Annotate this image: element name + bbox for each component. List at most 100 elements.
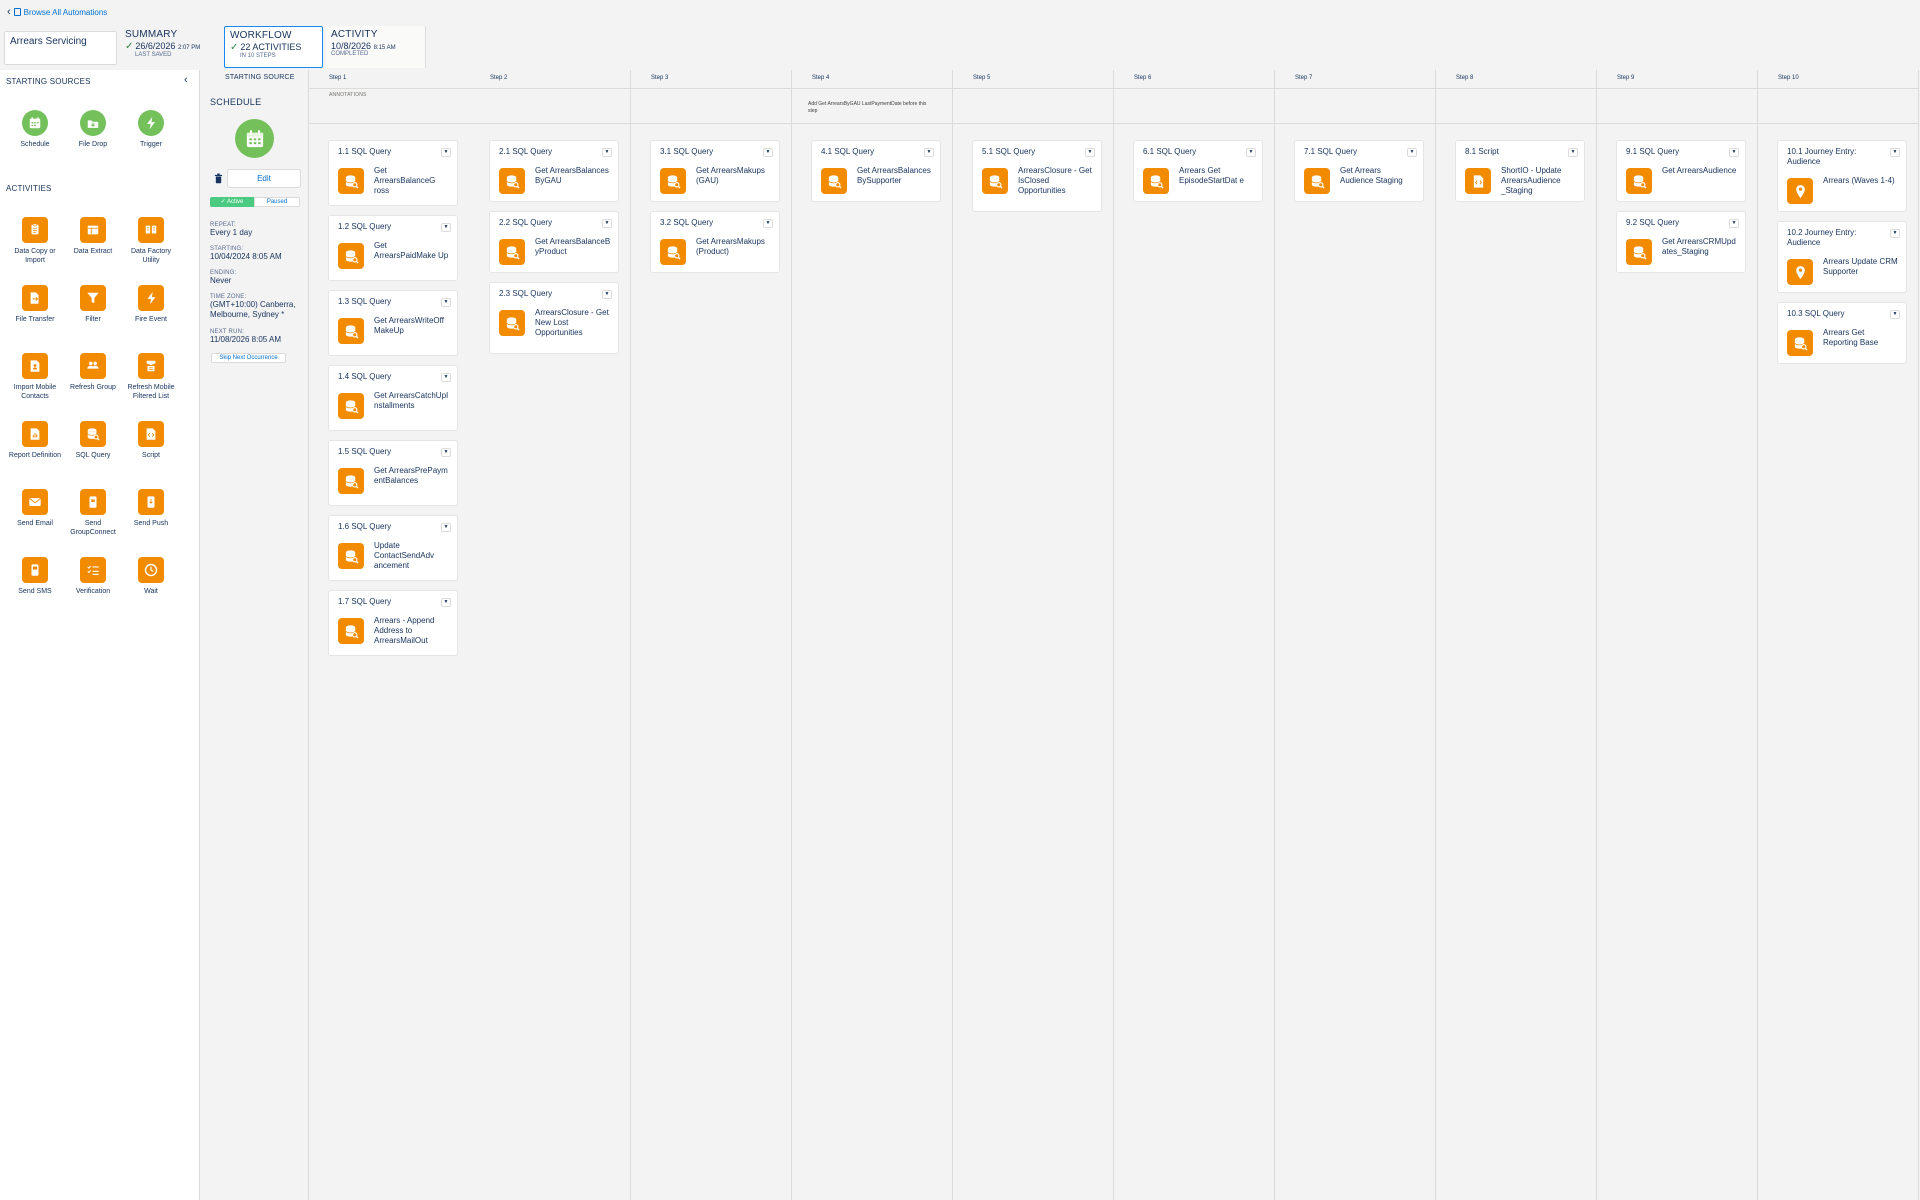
card-menu-dropdown[interactable]: ▼ <box>441 373 451 382</box>
check-icon: ✓ <box>230 42 239 53</box>
palette-item-filter[interactable]: Filter <box>64 285 122 324</box>
annotation-area[interactable] <box>1758 88 1918 124</box>
activity-card[interactable]: 6.1 SQL Query ▼ Arrears Get EpisodeStartDa… <box>1133 140 1263 202</box>
palette-item-schedule[interactable]: Schedule <box>6 110 64 149</box>
paused-option[interactable]: Paused <box>254 197 300 207</box>
activity-card[interactable]: 8.1 Script ▼ ShortIO - Update ArrearsAudie… <box>1455 140 1585 202</box>
palette-item-send-push[interactable]: Send Push <box>122 489 180 528</box>
chevron-left-icon: ‹ <box>7 6 11 18</box>
sql-query-icon <box>660 239 686 265</box>
card-menu-dropdown[interactable]: ▼ <box>763 219 773 228</box>
activity-card[interactable]: 9.2 SQL Query ▼ Get ArrearsCRMUpd ates_Sta… <box>1616 211 1746 273</box>
automation-name-field[interactable]: Arrears Servicing <box>4 31 117 65</box>
edit-schedule-button[interactable]: Edit <box>227 169 301 188</box>
schedule-field-value: 10/04/2024 8:05 AM <box>210 252 282 261</box>
card-menu-dropdown[interactable]: ▼ <box>602 219 612 228</box>
palette-item-import-mobile-contacts[interactable]: Import Mobile Contacts <box>6 353 64 401</box>
annotation-area[interactable]: ANNOTATIONS <box>309 88 477 124</box>
palette-item-verification[interactable]: Verification <box>64 557 122 596</box>
activity-card[interactable]: 4.1 SQL Query ▼ Get ArrearsBalances BySupp… <box>811 140 941 202</box>
active-paused-toggle[interactable]: ✓ Active Paused <box>210 197 300 207</box>
schedule-field-value: 11/08/2026 8:05 AM <box>210 335 282 344</box>
card-menu-dropdown[interactable]: ▼ <box>1890 229 1900 238</box>
annotation-area[interactable]: Add Get ArrearsByGAU LastPaymentDate bef… <box>792 88 952 124</box>
card-menu-dropdown[interactable]: ▼ <box>1729 148 1739 157</box>
palette-item-wait[interactable]: Wait <box>122 557 180 596</box>
activity-card[interactable]: 9.1 SQL Query ▼ Get ArrearsAudience <box>1616 140 1746 202</box>
annotation-area[interactable] <box>953 88 1113 124</box>
palette-item-fire-event[interactable]: Fire Event <box>122 285 180 324</box>
card-menu-dropdown[interactable]: ▼ <box>1568 148 1578 157</box>
palette-item-file-transfer[interactable]: File Transfer <box>6 285 64 324</box>
tab-summary[interactable]: SUMMARY ✓ 26/6/2026 2:07 PM LAST SAVED <box>120 26 223 68</box>
annotation-area[interactable] <box>631 88 791 124</box>
browse-all-automations-link[interactable]: ‹ Browse All Automations <box>7 6 107 18</box>
card-menu-dropdown[interactable]: ▼ <box>1246 148 1256 157</box>
annotation-area[interactable] <box>1114 88 1274 124</box>
activity-card[interactable]: 1.6 SQL Query ▼ Update ContactSendAdv ance… <box>328 515 458 581</box>
card-menu-dropdown[interactable]: ▼ <box>602 290 612 299</box>
palette-item-report-definition[interactable]: Report Definition <box>6 421 64 460</box>
card-menu-dropdown[interactable]: ▼ <box>441 223 451 232</box>
collapse-palette-button[interactable]: ‹ <box>184 74 188 86</box>
tab-activity[interactable]: ACTIVITY 10/8/2026 8:15 AM COMPLETED <box>326 26 426 68</box>
palette-item-send-email[interactable]: Send Email <box>6 489 64 528</box>
card-menu-dropdown[interactable]: ▼ <box>1890 310 1900 319</box>
activity-card[interactable]: 1.4 SQL Query ▼ Get ArrearsCatchUpI nstall… <box>328 365 458 431</box>
activity-card[interactable]: 2.2 SQL Query ▼ Get ArrearsBalanceB yProdu… <box>489 211 619 273</box>
activity-card[interactable]: 1.2 SQL Query ▼ Get ArrearsPaidMake Up <box>328 215 458 281</box>
activity-card[interactable]: 3.1 SQL Query ▼ Get ArrearsMakups (GAU) <box>650 140 780 202</box>
card-menu-dropdown[interactable]: ▼ <box>441 523 451 532</box>
activity-card[interactable]: 7.1 SQL Query ▼ Get Arrears Audience Stagi… <box>1294 140 1424 202</box>
annotation-area[interactable] <box>1275 88 1435 124</box>
annotation-area[interactable] <box>470 88 630 124</box>
card-menu-dropdown[interactable]: ▼ <box>1085 148 1095 157</box>
activity-card[interactable]: 1.3 SQL Query ▼ Get ArrearsWriteOff MakeUp <box>328 290 458 356</box>
card-menu-dropdown[interactable]: ▼ <box>441 598 451 607</box>
trash-icon[interactable] <box>214 173 224 185</box>
step-header: Step 7 <box>1295 75 1313 81</box>
card-menu-dropdown[interactable]: ▼ <box>441 298 451 307</box>
palette-item-file-drop[interactable]: File Drop <box>64 110 122 149</box>
palette-item-data-factory-utility[interactable]: Data Factory Utility <box>122 217 180 265</box>
sql-query-icon <box>1143 168 1169 194</box>
schedule-field: NEXT RUN: 11/08/2026 8:05 AM <box>210 329 305 345</box>
activity-card[interactable]: 2.1 SQL Query ▼ Get ArrearsBalances ByGAU <box>489 140 619 202</box>
palette-item-send-sms[interactable]: Send SMS <box>6 557 64 596</box>
activity-card[interactable]: 1.5 SQL Query ▼ Get ArrearsPrePaym entBala… <box>328 440 458 506</box>
activity-card[interactable]: 2.3 SQL Query ▼ ArrearsClosure - Get New L… <box>489 282 619 354</box>
palette-item-refresh-mobile-filtered-list[interactable]: Refresh Mobile Filtered List <box>122 353 180 401</box>
card-menu-dropdown[interactable]: ▼ <box>441 448 451 457</box>
schedule-field-value: Every 1 day <box>210 228 253 237</box>
palette-item-label: Wait <box>144 588 158 595</box>
skip-next-occurrence-button[interactable]: Skip Next Occurrence <box>211 353 286 363</box>
card-menu-dropdown[interactable]: ▼ <box>924 148 934 157</box>
card-menu-dropdown[interactable]: ▼ <box>602 148 612 157</box>
palette-item-data-extract[interactable]: Data Extract <box>64 217 122 256</box>
tab-workflow[interactable]: WORKFLOW ✓ 22 ACTIVITIES IN 10 STEPS <box>224 26 323 68</box>
annotation-area[interactable] <box>1597 88 1757 124</box>
activity-card[interactable]: 10.1 Journey Entry: Audience ▼ Arrears (Wa… <box>1777 140 1907 212</box>
card-menu-dropdown[interactable]: ▼ <box>763 148 773 157</box>
activity-palette: STARTING SOURCES ‹ ACTIVITIES Schedule Fi… <box>0 70 200 1200</box>
activity-card[interactable]: 1.1 SQL Query ▼ Get ArrearsBalanceG ross <box>328 140 458 206</box>
card-menu-dropdown[interactable]: ▼ <box>1729 219 1739 228</box>
activity-card[interactable]: 3.2 SQL Query ▼ Get ArrearsMakups (Product… <box>650 211 780 273</box>
card-menu-dropdown[interactable]: ▼ <box>1407 148 1417 157</box>
palette-item-sql-query[interactable]: SQL Query <box>64 421 122 460</box>
activity-card[interactable]: 10.3 SQL Query ▼ Arrears Get Reporting Bas… <box>1777 302 1907 364</box>
palette-item-refresh-group[interactable]: Refresh Group <box>64 353 122 392</box>
sql-query-icon <box>338 393 364 419</box>
activity-card[interactable]: 10.2 Journey Entry: Audience ▼ Arrears Upd… <box>1777 221 1907 293</box>
activity-card[interactable]: 5.1 SQL Query ▼ ArrearsClosure - Get IsClo… <box>972 140 1102 212</box>
palette-item-send-groupconnect[interactable]: Send GroupConnect <box>64 489 122 537</box>
calendar-icon[interactable] <box>235 119 274 158</box>
card-menu-dropdown[interactable]: ▼ <box>441 148 451 157</box>
active-option[interactable]: ✓ Active <box>210 197 254 207</box>
palette-item-trigger[interactable]: Trigger <box>122 110 180 149</box>
palette-item-data-copy-or-import[interactable]: Data Copy or Import <box>6 217 64 265</box>
activity-card[interactable]: 1.7 SQL Query ▼ Arrears - Append Address t… <box>328 590 458 656</box>
annotation-area[interactable] <box>1436 88 1596 124</box>
palette-item-script[interactable]: Script <box>122 421 180 460</box>
card-menu-dropdown[interactable]: ▼ <box>1890 148 1900 157</box>
